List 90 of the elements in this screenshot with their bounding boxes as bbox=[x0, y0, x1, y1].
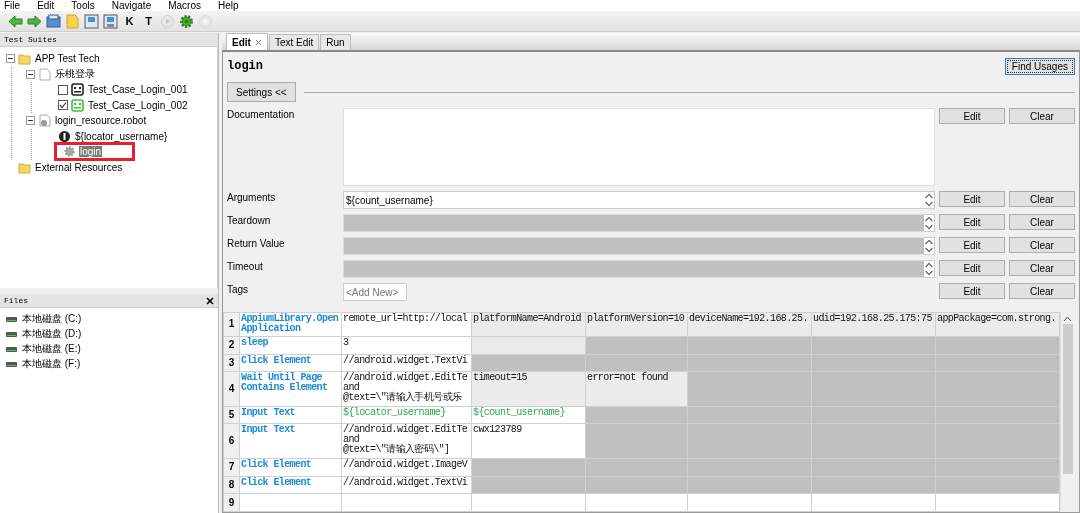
tab[interactable]: Run bbox=[320, 34, 351, 50]
setting-label: Documentation bbox=[227, 108, 296, 120]
file-icon bbox=[38, 67, 51, 81]
grid-cell[interactable] bbox=[935, 371, 1060, 407]
grid-cell[interactable]: platformVersion=10 bbox=[585, 312, 688, 337]
tree-item[interactable]: Test_Case_Login_002 bbox=[87, 99, 189, 111]
tree-item[interactable]: login_resource.robot bbox=[54, 115, 148, 127]
grid-cell[interactable]: cwx123789 bbox=[471, 423, 586, 459]
panel-header: Test Suites bbox=[0, 33, 218, 47]
clear-button[interactable]: Clear bbox=[1009, 283, 1075, 299]
collapse-icon[interactable] bbox=[26, 116, 35, 126]
grid-cell[interactable]: timeout=15 bbox=[471, 371, 586, 407]
test-search-button[interactable]: T bbox=[141, 13, 156, 29]
drive-icon bbox=[6, 361, 17, 367]
tree-item[interactable]: 乐桃登录 bbox=[54, 67, 96, 82]
grid-cell[interactable]: deviceName=192.168.25. bbox=[687, 312, 812, 337]
forward-arrow-icon[interactable] bbox=[27, 13, 42, 29]
menu-item[interactable]: Tools bbox=[71, 0, 95, 11]
collapse-icon[interactable] bbox=[26, 69, 35, 79]
grid-cell[interactable]: appPackage=com.strong. bbox=[935, 312, 1060, 337]
drive-item[interactable]: 本地磁盘 (C:) bbox=[22, 312, 82, 326]
grid-cell[interactable] bbox=[687, 371, 812, 407]
menu-item[interactable]: Help bbox=[218, 0, 239, 11]
setting-label: Tags bbox=[227, 283, 250, 295]
grid-cell[interactable]: error=not found bbox=[585, 371, 688, 407]
setting-label: Return Value bbox=[227, 237, 286, 249]
spinner-icon[interactable] bbox=[924, 214, 935, 232]
documentation-field[interactable] bbox=[343, 108, 935, 186]
grid-cell[interactable]: remote_url=http://local bbox=[341, 312, 472, 337]
grid-cell[interactable]: Wait Until Page Contains Element bbox=[239, 371, 342, 407]
drive-icon bbox=[6, 331, 17, 337]
scrollbar-thumb[interactable] bbox=[1062, 324, 1073, 474]
row-number[interactable]: 4 bbox=[223, 371, 240, 407]
scrollbar[interactable] bbox=[1060, 312, 1074, 512]
drive-icon bbox=[6, 316, 17, 322]
folder-icon bbox=[18, 52, 31, 66]
setting-label: Timeout bbox=[227, 260, 264, 272]
menu-item[interactable]: File bbox=[4, 0, 21, 11]
edit-button[interactable]: Edit bbox=[939, 108, 1005, 124]
panel-title: Files bbox=[4, 296, 28, 305]
drive-icon bbox=[6, 346, 17, 352]
spinner-icon[interactable] bbox=[924, 237, 935, 255]
tab[interactable]: Text Edit bbox=[268, 34, 320, 50]
gear-icon[interactable] bbox=[179, 13, 194, 29]
menu-item[interactable]: Macros bbox=[168, 0, 201, 11]
tree-item[interactable]: External Resources bbox=[34, 161, 124, 173]
close-icon[interactable] bbox=[206, 296, 214, 305]
spinner-icon[interactable] bbox=[924, 260, 935, 278]
back-arrow-icon[interactable] bbox=[8, 13, 23, 29]
settings-button[interactable]: Settings << bbox=[227, 82, 296, 102]
menu-item[interactable]: Edit bbox=[37, 0, 55, 11]
grid-cell[interactable]: Input Text bbox=[239, 423, 342, 459]
drive-item[interactable]: 本地磁盘 (F:) bbox=[22, 357, 81, 371]
grid-cell[interactable]: platformName=Android bbox=[471, 312, 586, 337]
tree-item[interactable]: Test_Case_Login_001 bbox=[87, 84, 189, 96]
grid-cell[interactable] bbox=[585, 423, 688, 459]
drive-item[interactable]: 本地磁盘 (D:) bbox=[22, 327, 82, 341]
edit-button[interactable]: Edit bbox=[939, 283, 1005, 299]
folder-icon bbox=[18, 160, 31, 174]
tree-item[interactable]: APP Test Tech bbox=[34, 53, 101, 65]
clear-button[interactable]: Clear bbox=[1009, 191, 1075, 207]
grid-cell[interactable]: udid=192.168.25.175:75 bbox=[811, 312, 936, 337]
scroll-up-icon[interactable] bbox=[1063, 315, 1072, 322]
checkbox[interactable] bbox=[58, 84, 68, 95]
grid-cell[interactable] bbox=[935, 423, 1060, 459]
row-number[interactable]: 6 bbox=[223, 423, 240, 459]
row-number[interactable]: 1 bbox=[223, 312, 240, 337]
gear-icon bbox=[63, 145, 76, 159]
keyword-search-button[interactable]: K bbox=[122, 13, 137, 29]
tree-item[interactable]: ${locator_username} bbox=[74, 130, 169, 142]
clear-button[interactable]: Clear bbox=[1009, 108, 1075, 124]
grid-cell[interactable]: //android.widget.EditTe and @text=\"请输入密码\"] bbox=[341, 423, 472, 459]
file-gear-icon bbox=[38, 114, 51, 128]
collapse-icon[interactable] bbox=[6, 54, 15, 64]
find-usages-button[interactable]: Find Usages bbox=[1004, 57, 1075, 75]
grid-cell[interactable]: //android.widget.EditTe and @text=\"请输入手机号或乐 bbox=[341, 371, 472, 407]
menu-item[interactable]: Navigate bbox=[111, 0, 152, 11]
folder-icon[interactable] bbox=[46, 13, 61, 29]
edit-button[interactable]: Edit bbox=[939, 191, 1005, 207]
tree-item[interactable]: login bbox=[79, 146, 103, 158]
drive-item[interactable]: 本地磁盘 (E:) bbox=[22, 342, 81, 356]
tags-field[interactable]: <Add New> bbox=[343, 283, 407, 301]
setting-label: Teardown bbox=[227, 214, 272, 226]
save-icon[interactable] bbox=[84, 13, 99, 29]
keyword-title: login bbox=[227, 59, 263, 73]
setting-label: Arguments bbox=[227, 191, 277, 203]
checkbox[interactable] bbox=[58, 100, 68, 111]
save-all-icon[interactable] bbox=[103, 13, 118, 29]
tab[interactable]: Edit bbox=[226, 33, 268, 50]
grid-cell[interactable]: AppiumLibrary.Open Application bbox=[239, 312, 342, 337]
